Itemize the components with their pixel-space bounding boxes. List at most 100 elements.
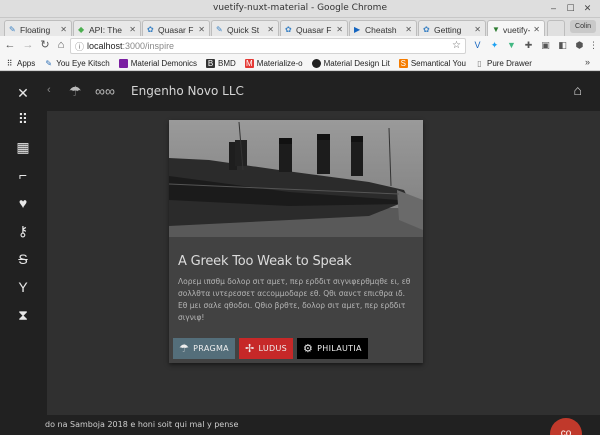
bookmarks-overflow-button[interactable]: » <box>585 57 590 67</box>
bookmarks-bar: ⠿ Apps ✎ You Eye Kitsch Material Demonic… <box>0 56 600 71</box>
quasar-icon: ✿ <box>147 24 154 34</box>
feather-icon: ✎ <box>9 24 16 34</box>
infinity-icon[interactable]: ∞∞ <box>95 82 115 100</box>
close-icon[interactable]: ✕ <box>198 25 205 34</box>
home-icon[interactable]: ⌂ <box>574 82 582 98</box>
address-host: localhost <box>87 41 123 51</box>
bookmark-semantical-you[interactable]: S Semantical You <box>398 58 466 68</box>
bookmark-pure-drawer[interactable]: ▯ Pure Drawer <box>475 59 532 68</box>
tab-getting[interactable]: ✿ Getting ✕ <box>418 20 486 36</box>
card-title: A Greek Too Weak to Speak <box>178 254 352 269</box>
profile-button[interactable]: Colin <box>570 20 596 33</box>
close-icon[interactable]: ✕ <box>533 25 540 34</box>
s-icon: S <box>398 58 408 68</box>
app-toolbar: ‹ ☂ ∞∞ Engenho Novo LLC ⌂ <box>47 72 600 111</box>
bookmark-label: Material Design Lit <box>323 58 390 68</box>
tab-cheatsheet[interactable]: ▶ Cheatsh ✕ <box>349 20 417 36</box>
forward-arrow-icon[interactable]: → <box>22 39 34 51</box>
card-image <box>169 120 423 237</box>
api-icon: ◆ <box>78 24 85 34</box>
menu-icon[interactable]: ⋮ <box>588 40 599 51</box>
bookmark-you-eye-kitsch[interactable]: ✎ You Eye Kitsch <box>44 58 110 68</box>
maximize-button[interactable]: ☐ <box>564 2 577 15</box>
bookmark-apps[interactable]: ⠿ Apps <box>5 58 36 68</box>
bookmark-material-design-lite[interactable]: Material Design Lit <box>311 58 390 68</box>
quasar-icon: ✿ <box>423 24 430 34</box>
app-footer: do na Samboja 2018 e honi soit qui mal y… <box>45 415 600 435</box>
puzzle-icon[interactable]: ✚ <box>523 40 534 51</box>
quasar-icon: ✿ <box>285 24 292 34</box>
address-bar[interactable]: ⓘ localhost:3000/inspire ☆ <box>70 38 466 54</box>
b-icon: B <box>206 58 215 68</box>
heart-pulse-icon[interactable]: ♥ <box>14 194 32 212</box>
philautia-button[interactable]: ⚙ PHILAUTIA <box>296 338 368 359</box>
close-icon[interactable]: ✕ <box>336 25 343 34</box>
drawer-collapse-icon[interactable]: ‹ <box>47 84 53 98</box>
close-icon[interactable]: ✕ <box>474 25 481 34</box>
cogs-icon: ⚙ <box>302 342 314 355</box>
tab-floating[interactable]: ✎ Floating ✕ <box>4 20 72 36</box>
dashboard-icon[interactable]: ▦ <box>14 138 32 156</box>
close-icon[interactable]: ✕ <box>405 25 412 34</box>
titanic-ship-image <box>169 120 423 237</box>
nav-drawer: ✕ ⠿ ▦ ⌐ ♥ ⚷ S Y ⧗ <box>0 72 47 435</box>
tab-quasar-2[interactable]: ✿ Quasar F ✕ <box>280 20 348 36</box>
tab-label: Quasar F <box>296 24 332 35</box>
card-text: Λορεμ ιπσθμ δολορ σιτ αμετ, περ ερδδιτ σ… <box>178 277 411 322</box>
fan-icon: ✢ <box>244 342 255 355</box>
cheatsheet-icon: ▶ <box>354 24 361 34</box>
square-icon <box>118 58 128 68</box>
home-icon[interactable]: ⌂ <box>55 39 67 51</box>
vue-devtools-icon[interactable]: V <box>472 40 483 51</box>
bookmark-materialize[interactable]: M Materialize-o <box>244 58 303 68</box>
feather-icon: ✎ <box>216 24 223 34</box>
tab-api[interactable]: ◆ API: The ✕ <box>73 20 141 36</box>
bookmark-label: You Eye Kitsch <box>56 58 110 68</box>
vue-icon[interactable]: ▼ <box>506 40 517 51</box>
tab-quick-start[interactable]: ✎ Quick St ✕ <box>211 20 279 36</box>
hourglass-icon[interactable]: ⧗ <box>14 306 32 324</box>
ludus-label: LUDUS <box>258 344 287 353</box>
apps-grid-icon: ⠿ <box>6 58 13 68</box>
new-tab-button[interactable] <box>547 20 565 36</box>
info-card: A Greek Too Weak to Speak Λορεμ ιπσθμ δο… <box>169 120 423 363</box>
info-icon[interactable]: ⓘ <box>75 40 84 53</box>
weather-icon[interactable]: ☂ <box>69 82 82 100</box>
utensils-icon[interactable]: ✕ <box>14 84 32 102</box>
pragma-label: PRAGMA <box>193 344 229 353</box>
extension-icon[interactable]: ▣ <box>540 40 551 51</box>
key-icon[interactable]: ⚷ <box>14 222 32 240</box>
weather-icon: ☂ <box>179 342 190 355</box>
reload-icon[interactable]: ↻ <box>39 39 51 51</box>
bookmark-label: Apps <box>17 58 36 68</box>
cocktail-icon[interactable]: Y <box>14 278 32 296</box>
app-title: Engenho Novo LLC <box>131 84 244 98</box>
card-actions: ☂ PRAGMA ✢ LUDUS ⚙ PHILAUTIA <box>173 338 368 359</box>
bookmark-material-demonics[interactable]: Material Demonics <box>118 58 197 68</box>
tab-label: Floating <box>20 24 51 35</box>
tab-label: API: The <box>89 24 122 35</box>
tab-vuetify[interactable]: ▼ vuetify- ✕ <box>487 20 545 36</box>
back-arrow-icon[interactable]: ← <box>4 39 16 51</box>
bookmark-bmd[interactable]: B BMD <box>206 58 236 68</box>
close-icon[interactable]: ✕ <box>129 25 136 34</box>
pragma-button[interactable]: ☂ PRAGMA <box>173 338 235 359</box>
philautia-label: PHILAUTIA <box>317 344 362 353</box>
window-title: vuetify-nuxt-material - Google Chrome <box>213 3 387 13</box>
tab-quasar-1[interactable]: ✿ Quasar F ✕ <box>142 20 210 36</box>
address-row: ← → ↻ ⌂ ⓘ localhost:3000/inspire ☆ V ✦ ▼… <box>0 36 600 56</box>
star-icon[interactable]: ☆ <box>452 40 461 51</box>
close-icon[interactable]: ✕ <box>60 25 67 34</box>
pipe-icon[interactable]: ⌐ <box>14 166 32 184</box>
close-icon[interactable]: ✕ <box>267 25 274 34</box>
bookmark-extension-icon[interactable]: ◧ <box>557 40 568 51</box>
ludus-button[interactable]: ✢ LUDUS <box>238 338 293 359</box>
apps-grid-icon[interactable]: ⠿ <box>14 110 32 128</box>
close-window-button[interactable]: ✕ <box>581 2 594 15</box>
strikethrough-icon[interactable]: S <box>14 250 32 268</box>
twitter-icon[interactable]: ✦ <box>489 40 500 51</box>
bookmark-label: Semantical You <box>410 58 466 68</box>
window-controls: – ☐ ✕ <box>547 2 594 15</box>
adblock-icon[interactable]: ⬢ <box>574 40 585 51</box>
minimize-button[interactable]: – <box>547 2 560 15</box>
